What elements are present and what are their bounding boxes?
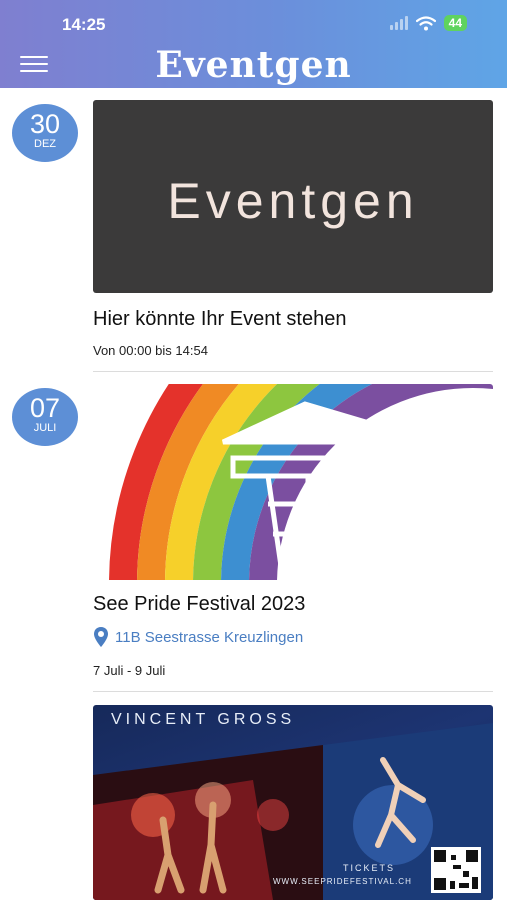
event-location[interactable]: 11B Seestrasse Kreuzlingen bbox=[93, 626, 303, 648]
date-badge: 30 DEZ bbox=[12, 104, 78, 162]
banner-tickets: TICKETS bbox=[343, 863, 396, 873]
status-icons: 44 bbox=[389, 15, 467, 31]
app-header: 14:25 44 Eventgen bbox=[0, 0, 507, 88]
signal-icon bbox=[389, 16, 408, 30]
divider bbox=[93, 691, 493, 692]
event-image[interactable]: VINCENT GROSS TICKETS WWW.SEEPRIDEFESTIV… bbox=[93, 705, 493, 900]
date-month: DEZ bbox=[34, 138, 56, 150]
banner-title: VINCENT GROSS bbox=[111, 711, 296, 728]
location-pin-icon bbox=[94, 627, 108, 647]
event-image[interactable] bbox=[93, 384, 493, 580]
event-title[interactable]: Hier könnte Ihr Event stehen bbox=[93, 308, 346, 331]
pride-festival-artwork bbox=[109, 384, 493, 580]
event-location-text: 11B Seestrasse Kreuzlingen bbox=[115, 628, 304, 646]
date-day: 07 bbox=[29, 393, 61, 423]
event-image[interactable]: Eventgen bbox=[93, 100, 493, 293]
date-month: JULI bbox=[33, 422, 57, 434]
battery-icon: 44 bbox=[443, 15, 467, 31]
concert-artwork bbox=[93, 723, 493, 900]
event-banner-logo: Eventgen bbox=[167, 173, 419, 229]
status-time: 14:25 bbox=[62, 15, 106, 34]
banner-url: WWW.SEEPRIDEFESTIVAL.CH bbox=[273, 877, 412, 886]
divider bbox=[93, 371, 493, 372]
event-title[interactable]: See Pride Festival 2023 bbox=[93, 593, 305, 616]
event-time: Von 00:00 bis 14:54 bbox=[93, 343, 208, 358]
date-badge: 07 JULI bbox=[12, 388, 78, 446]
event-time: 7 Juli - 9 Juli bbox=[93, 663, 166, 678]
app-title: Eventgen bbox=[155, 44, 352, 86]
date-day: 30 bbox=[29, 109, 61, 139]
wifi-icon bbox=[415, 15, 436, 30]
